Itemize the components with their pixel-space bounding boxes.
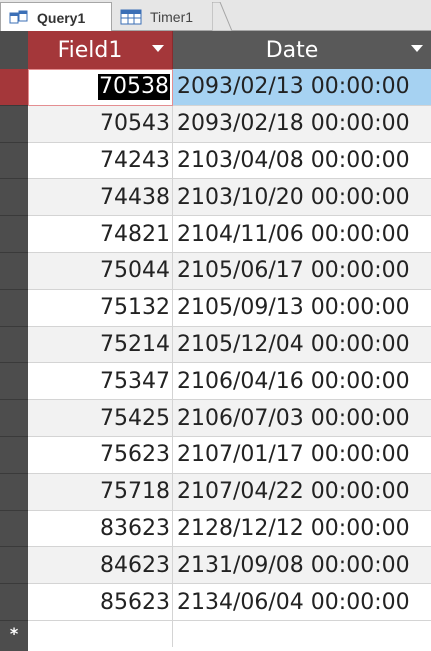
- cell-date[interactable]: 2103/10/20 00:00:00: [173, 179, 431, 217]
- table-row[interactable]: 75718 2107/04/22 00:00:00: [0, 473, 431, 511]
- cell-date[interactable]: 2104/11/06 00:00:00: [173, 216, 431, 253]
- table-row[interactable]: 75214 2105/12/04 00:00:00: [0, 326, 431, 364]
- cell-field1[interactable]: 74438: [28, 179, 173, 217]
- datasheet-window: Query1 Timer1 Field1 Date 70538 2093/02/…: [0, 0, 431, 651]
- record-selector[interactable]: [0, 400, 28, 437]
- cell-date[interactable]: 2093/02/18 00:00:00: [173, 105, 431, 143]
- new-cell-date[interactable]: [173, 620, 431, 647]
- table-row[interactable]: 84623 2131/09/08 00:00:00: [0, 547, 431, 585]
- record-selector[interactable]: [0, 216, 28, 253]
- new-cell-field1[interactable]: [28, 620, 173, 647]
- table-row[interactable]: 74821 2104/11/06 00:00:00: [0, 216, 431, 253]
- select-all-corner[interactable]: [0, 31, 28, 69]
- cell-field1[interactable]: 75425: [28, 400, 173, 437]
- cell-field1[interactable]: 75214: [28, 326, 173, 364]
- cell-date[interactable]: 2131/09/08 00:00:00: [173, 547, 431, 585]
- cell-field1[interactable]: 84623: [28, 547, 173, 585]
- tab-edge: [212, 2, 232, 31]
- cell-field1[interactable]: 74821: [28, 216, 173, 253]
- document-tab-strip: Query1 Timer1: [0, 0, 431, 32]
- table-row[interactable]: 85623 2134/06/04 00:00:00: [0, 584, 431, 621]
- column-header-date[interactable]: Date: [173, 31, 431, 69]
- record-selector[interactable]: [0, 142, 28, 180]
- cell-field1[interactable]: 75132: [28, 289, 173, 327]
- cell-field1[interactable]: 75347: [28, 363, 173, 401]
- table-row[interactable]: 74243 2103/04/08 00:00:00: [0, 142, 431, 180]
- table-icon: [120, 9, 142, 25]
- cell-field1[interactable]: 70538: [28, 69, 173, 106]
- record-selector[interactable]: [0, 179, 28, 217]
- record-selector[interactable]: [0, 326, 28, 364]
- column-header-date-label: Date: [265, 37, 319, 63]
- table-row[interactable]: 75347 2106/04/16 00:00:00: [0, 363, 431, 401]
- table-row[interactable]: 75425 2106/07/03 00:00:00: [0, 400, 431, 437]
- record-selector[interactable]: [0, 584, 28, 621]
- table-row[interactable]: 75623 2107/01/17 00:00:00: [0, 436, 431, 474]
- record-selector[interactable]: [0, 69, 28, 106]
- record-selector[interactable]: [0, 547, 28, 585]
- cell-date[interactable]: 2105/09/13 00:00:00: [173, 289, 431, 327]
- cell-date[interactable]: 2107/04/22 00:00:00: [173, 473, 431, 511]
- cell-date[interactable]: 2128/12/12 00:00:00: [173, 510, 431, 548]
- table-row[interactable]: 74438 2103/10/20 00:00:00: [0, 179, 431, 217]
- cell-field1[interactable]: 83623: [28, 510, 173, 548]
- cell-field1-value: 70538: [98, 74, 170, 101]
- tab-query1[interactable]: Query1: [0, 2, 112, 32]
- cell-date[interactable]: 2106/04/16 00:00:00: [173, 363, 431, 401]
- cell-date[interactable]: 2107/01/17 00:00:00: [173, 436, 431, 474]
- cell-field1[interactable]: 70543: [28, 105, 173, 143]
- query-icon: [9, 10, 29, 26]
- cell-field1[interactable]: 75044: [28, 252, 173, 290]
- tab-timer1[interactable]: Timer1: [112, 2, 220, 31]
- tab-timer1-label: Timer1: [150, 8, 194, 25]
- chevron-down-icon[interactable]: [152, 45, 164, 52]
- column-header-field1-label: Field1: [57, 37, 123, 63]
- cell-date[interactable]: 2093/02/13 00:00:00: [173, 69, 431, 106]
- table-row[interactable]: 70543 2093/02/18 00:00:00: [0, 105, 431, 143]
- new-record-selector[interactable]: *: [0, 620, 28, 647]
- new-record-row[interactable]: *: [0, 620, 431, 647]
- table-row[interactable]: 70538 2093/02/13 00:00:00: [0, 69, 431, 106]
- chevron-down-icon[interactable]: [411, 45, 423, 52]
- record-selector[interactable]: [0, 363, 28, 401]
- column-header-row: Field1 Date: [0, 31, 431, 69]
- cell-date[interactable]: 2134/06/04 00:00:00: [173, 584, 431, 621]
- record-list: 70538 2093/02/13 00:00:00 70543 2093/02/…: [0, 69, 431, 647]
- cell-date[interactable]: 2105/12/04 00:00:00: [173, 326, 431, 364]
- record-selector[interactable]: [0, 473, 28, 511]
- record-selector[interactable]: [0, 436, 28, 474]
- cell-field1[interactable]: 74243: [28, 142, 173, 180]
- cell-date[interactable]: 2105/06/17 00:00:00: [173, 252, 431, 290]
- cell-field1[interactable]: 75718: [28, 473, 173, 511]
- column-header-field1[interactable]: Field1: [28, 31, 173, 69]
- cell-date[interactable]: 2103/04/08 00:00:00: [173, 142, 431, 180]
- cell-date[interactable]: 2106/07/03 00:00:00: [173, 400, 431, 437]
- record-selector[interactable]: [0, 289, 28, 327]
- cell-field1[interactable]: 75623: [28, 436, 173, 474]
- datasheet-grid: Field1 Date 70538 2093/02/13 00:00:00 70…: [0, 31, 431, 651]
- record-selector[interactable]: [0, 510, 28, 548]
- tab-query1-label: Query1: [37, 9, 86, 26]
- table-row[interactable]: 83623 2128/12/12 00:00:00: [0, 510, 431, 548]
- cell-field1[interactable]: 85623: [28, 584, 173, 621]
- record-selector[interactable]: [0, 105, 28, 143]
- table-row[interactable]: 75132 2105/09/13 00:00:00: [0, 289, 431, 327]
- table-row[interactable]: 75044 2105/06/17 00:00:00: [0, 252, 431, 290]
- record-selector[interactable]: [0, 252, 28, 290]
